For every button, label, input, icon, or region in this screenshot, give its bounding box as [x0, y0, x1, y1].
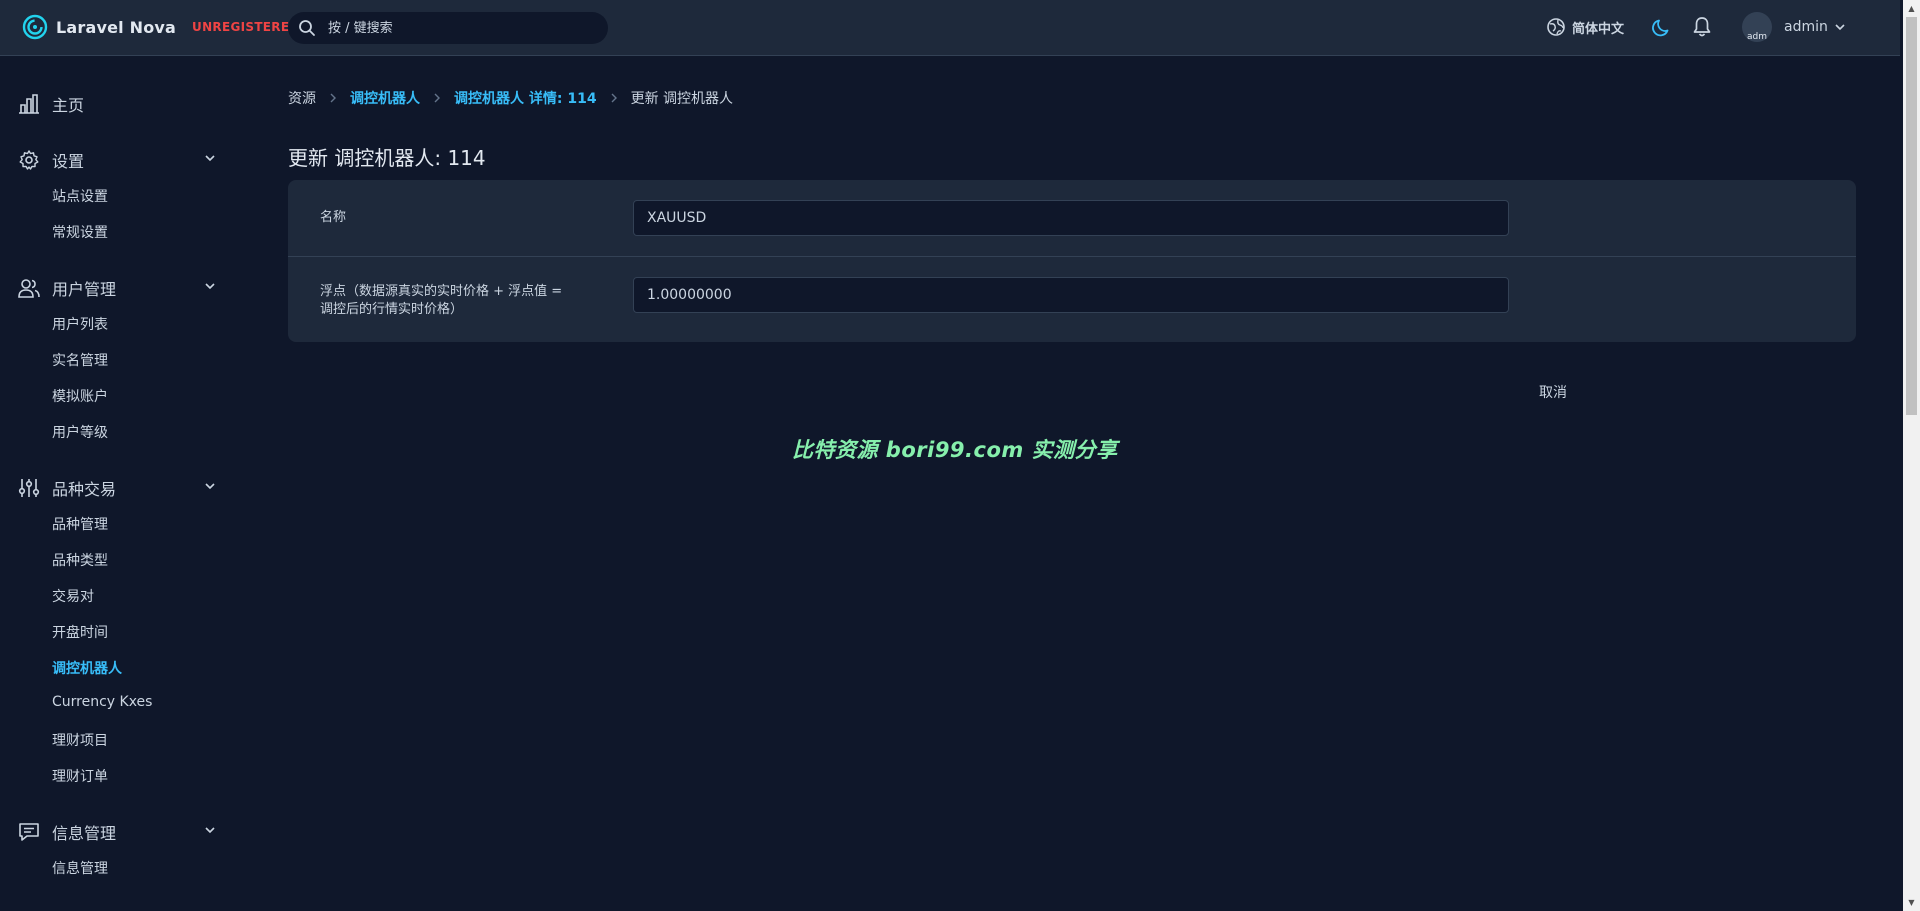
- scroll-up-arrow-icon[interactable]: ▲: [1907, 4, 1916, 13]
- breadcrumb-robot-detail[interactable]: 调控机器人 详情: 114: [454, 88, 597, 108]
- watermark-text: 比特资源 bori99.com 实测分享: [792, 438, 1118, 462]
- users-icon: [18, 277, 40, 299]
- sidebar-item-demo-account[interactable]: 模拟账户: [52, 386, 108, 406]
- sidebar: 主页 设置 站点设置 常规设置 用户管理 用户列表 实名管理 模拟账户 用户等级…: [0, 56, 240, 911]
- search-input[interactable]: [326, 19, 590, 37]
- sidebar-item-currency-kxes[interactable]: Currency Kxes: [52, 694, 152, 710]
- name-input[interactable]: [633, 200, 1509, 236]
- sidebar-group-users[interactable]: 用户管理: [18, 276, 218, 300]
- chevron-down-icon: [205, 483, 215, 490]
- brand[interactable]: Laravel Nova UNREGISTERED: [22, 14, 300, 40]
- top-bar: Laravel Nova UNREGISTERED 简体中文 adm admin: [0, 0, 1900, 56]
- sidebar-item-finance-order[interactable]: 理财订单: [52, 766, 108, 786]
- scroll-down-arrow-icon[interactable]: ▼: [1907, 898, 1916, 907]
- chevron-down-icon: [205, 283, 215, 290]
- sidebar-item-user-list[interactable]: 用户列表: [52, 314, 108, 334]
- sidebar-item-message-management[interactable]: 信息管理: [52, 858, 108, 878]
- sidebar-item-finance-project[interactable]: 理财项目: [52, 730, 108, 750]
- unregistered-badge: UNREGISTERED: [192, 20, 300, 34]
- moon-icon[interactable]: [1652, 17, 1672, 37]
- scroll-thumb[interactable]: [1906, 17, 1917, 415]
- chart-bar-icon: [18, 93, 40, 115]
- user-menu[interactable]: adm admin: [1742, 12, 1846, 42]
- gear-icon: [18, 149, 40, 171]
- sidebar-item-opening-time[interactable]: 开盘时间: [52, 622, 108, 642]
- sidebar-item-product-management[interactable]: 品种管理: [52, 514, 108, 534]
- field-label-float: 浮点（数据源真实的实时价格 + 浮点值 = 调控后的行情实时价格）: [320, 284, 563, 317]
- message-icon: [18, 821, 40, 843]
- field-label-name: 名称: [320, 210, 347, 225]
- sliders-icon: [18, 477, 40, 499]
- chevron-down-icon: [1835, 24, 1845, 31]
- sidebar-item-home[interactable]: 主页: [18, 92, 218, 116]
- chevron-right-icon: [432, 93, 442, 103]
- sidebar-group-label: 信息管理: [52, 824, 117, 843]
- sidebar-group-trading[interactable]: 品种交易: [18, 476, 218, 500]
- field-row-name: 名称: [288, 180, 1856, 257]
- float-input[interactable]: [633, 277, 1509, 313]
- globe-icon: [1547, 18, 1565, 36]
- breadcrumb-control-robot[interactable]: 调控机器人: [350, 88, 420, 108]
- breadcrumb-current: 更新 调控机器人: [630, 91, 734, 107]
- search-icon: [299, 20, 315, 36]
- user-name: admin: [1784, 19, 1828, 35]
- page-title: 更新 调控机器人: 114: [288, 146, 486, 170]
- breadcrumb-resources: 资源: [288, 91, 316, 107]
- avatar: adm: [1742, 12, 1772, 42]
- sidebar-item-user-level[interactable]: 用户等级: [52, 422, 108, 442]
- sidebar-item-label: 主页: [52, 96, 85, 115]
- edit-form-card: 名称 浮点（数据源真实的实时价格 + 浮点值 = 调控后的行情实时价格）: [288, 180, 1856, 342]
- cancel-button[interactable]: 取消: [1539, 382, 1567, 402]
- sidebar-item-product-type[interactable]: 品种类型: [52, 550, 108, 570]
- chevron-right-icon: [328, 93, 338, 103]
- sidebar-item-real-name[interactable]: 实名管理: [52, 350, 108, 370]
- nova-logo-icon: [22, 14, 48, 40]
- global-search[interactable]: [288, 12, 608, 44]
- field-row-float: 浮点（数据源真实的实时价格 + 浮点值 = 调控后的行情实时价格）: [288, 257, 1856, 342]
- sidebar-group-messages[interactable]: 信息管理: [18, 820, 218, 844]
- chevron-down-icon: [205, 827, 215, 834]
- language-label: 简体中文: [1572, 21, 1625, 37]
- chevron-right-icon: [609, 93, 619, 103]
- scrollbar[interactable]: ▲ ▼: [1903, 0, 1920, 911]
- bell-icon[interactable]: [1692, 16, 1712, 38]
- sidebar-item-general-settings[interactable]: 常规设置: [52, 222, 108, 242]
- sidebar-item-control-robot[interactable]: 调控机器人: [52, 658, 122, 678]
- sidebar-group-label: 品种交易: [52, 480, 117, 499]
- sidebar-item-trading-pair[interactable]: 交易对: [52, 586, 94, 606]
- breadcrumb: 资源 调控机器人 调控机器人 详情: 114 更新 调控机器人: [288, 88, 733, 108]
- sidebar-group-label: 用户管理: [52, 280, 117, 299]
- brand-name: Laravel Nova: [56, 17, 177, 37]
- sidebar-group-label: 设置: [52, 152, 85, 171]
- chevron-down-icon: [205, 155, 215, 162]
- language-switcher[interactable]: 简体中文: [1546, 17, 1624, 37]
- sidebar-group-settings[interactable]: 设置: [18, 148, 218, 172]
- sidebar-item-site-settings[interactable]: 站点设置: [52, 186, 108, 206]
